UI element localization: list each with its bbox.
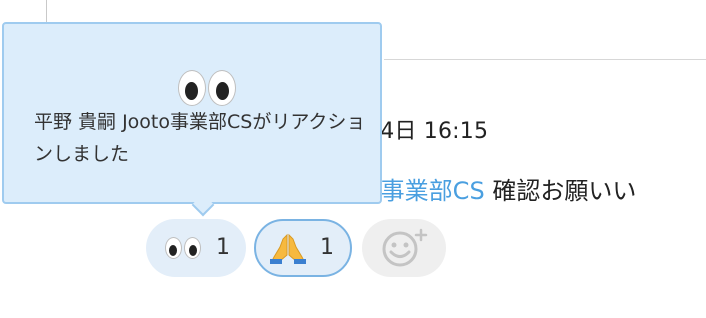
folded-hands-icon [270,233,306,265]
reaction-pray-button[interactable]: 1 [254,219,352,277]
message-separator [384,59,706,60]
message-body: o事業部CS 確認お願いい [366,171,636,206]
eyes-icon [164,236,204,260]
eyes-icon [176,68,240,108]
message-text: 確認お願いい [484,177,637,205]
mention-link[interactable]: o事業部CS [366,177,485,205]
add-reaction-button[interactable] [362,219,446,277]
smiley-plus-icon [380,228,430,268]
message-timestamp: 04日 16:15 [366,119,489,144]
reaction-count: 1 [320,235,334,260]
reaction-tooltip: 平野 貴嗣 Jooto事業部CSがリアクションしました [2,22,382,204]
tooltip-text: 平野 貴嗣 Jooto事業部CSがリアクションしました [34,111,366,165]
reaction-eyes-button[interactable]: 1 [146,219,246,277]
reaction-count: 1 [216,235,230,260]
